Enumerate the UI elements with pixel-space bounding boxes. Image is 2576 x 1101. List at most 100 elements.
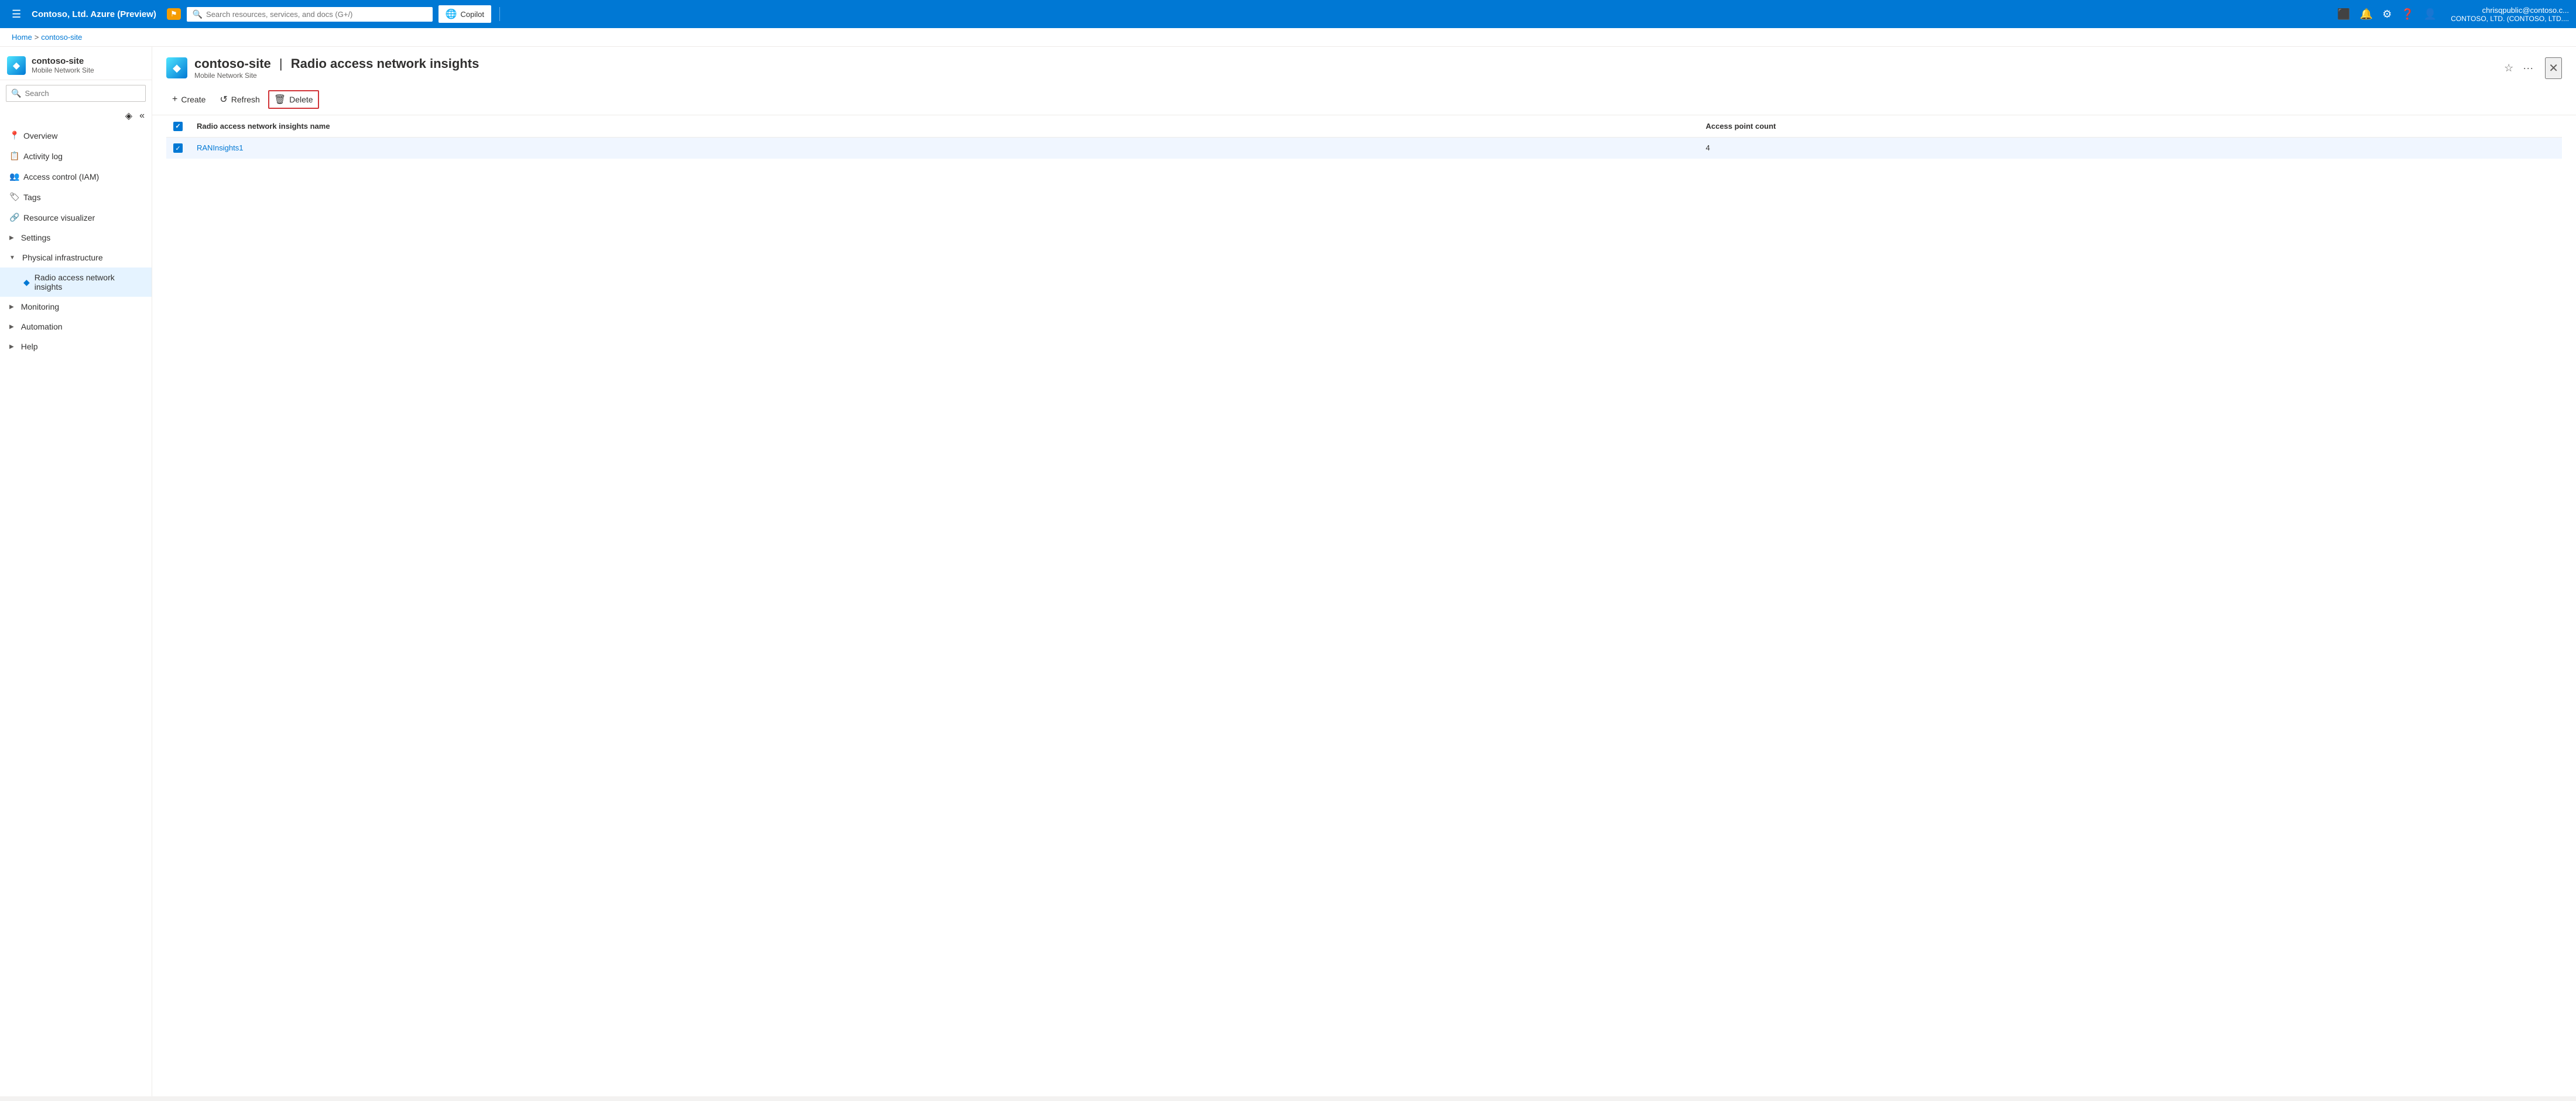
alert-badge: ⚑ [167,8,181,20]
page-title-separator: | [279,56,283,71]
copilot-icon: 🌐 [446,8,457,20]
nav-icon-group: ⬛ 🔔 ⚙ ❓ 👤 [2334,5,2440,24]
main-layout: ◆ contoso-site Mobile Network Site 🔍 ◈ «… [0,47,2576,1096]
automation-expand-arrow: ▶ [9,324,14,330]
sidebar-item-activity-log[interactable]: 📋 Activity log [0,146,152,166]
table-header-row: ✓ Radio access network insights name Acc… [166,115,2562,137]
create-button[interactable]: + Create [166,91,211,108]
favorite-button[interactable]: ☆ [2502,60,2516,77]
gear-icon[interactable]: ⚙ [2379,5,2395,24]
sidebar-item-label: Settings [21,233,51,242]
physical-infra-expand-arrow: ▼ [9,255,15,261]
bell-icon[interactable]: 🔔 [2356,5,2376,24]
toolbar: + Create ↺ Refresh 🗑 Delete [152,84,2576,115]
top-navigation: ☰ Contoso, Ltd. Azure (Preview) ⚑ 🔍 🌐 Co… [0,0,2576,28]
sidebar-item-label: Resource visualizer [23,213,95,222]
activity-log-icon: 📋 [9,151,19,161]
copilot-label: Copilot [461,10,484,19]
sidebar-item-label: Access control (IAM) [23,172,99,181]
page-title: contoso-site | Radio access network insi… [194,56,2495,71]
sidebar-item-overview[interactable]: 📍 Overview [0,125,152,146]
person-icon[interactable]: 👤 [2420,5,2440,24]
breadcrumb: Home > contoso-site [0,28,2576,47]
user-org: CONTOSO, LTD. (CONTOSO, LTD.... [2451,15,2569,23]
refresh-button[interactable]: ↺ Refresh [214,90,265,109]
table-row[interactable]: ✓ RANInsights1 4 [166,137,2562,159]
row-checkbox-cell: ✓ [166,137,190,159]
sidebar-item-monitoring[interactable]: ▶ Monitoring [0,297,152,317]
portal-title: Contoso, Ltd. Azure (Preview) [32,9,156,19]
sidebar-item-label: Radio access network insights [35,273,142,291]
global-search-input[interactable] [206,10,427,19]
create-icon: + [172,94,177,105]
question-icon[interactable]: ❓ [2397,5,2417,24]
breadcrumb-separator: > [35,33,39,42]
tags-icon: 🏷 [9,192,19,202]
sidebar-item-help[interactable]: ▶ Help [0,337,152,356]
overview-icon: 📍 [9,131,19,140]
sidebar-item-physical-infrastructure[interactable]: ▼ Physical infrastructure [0,248,152,267]
table-header-name: Radio access network insights name [190,115,1698,137]
sidebar-filter-button[interactable]: ◈ [123,109,135,123]
delete-label: Delete [289,95,313,104]
page-actions: ☆ ··· ✕ [2502,57,2562,79]
sidebar-item-tags[interactable]: 🏷 Tags [0,187,152,207]
monitoring-expand-arrow: ▶ [9,304,14,310]
page-title-section: Radio access network insights [291,56,479,71]
sidebar-item-access-control[interactable]: 👥 Access control (IAM) [0,166,152,187]
user-name: chrisqpublic@contoso.c... [2451,6,2569,15]
breadcrumb-home[interactable]: Home [12,33,32,42]
more-options-button[interactable]: ··· [2520,60,2536,77]
ran-insights-icon: ◆ [23,277,30,287]
header-checkbox[interactable]: ✓ [173,122,183,131]
global-search-bar[interactable]: 🔍 [187,7,433,22]
copilot-button[interactable]: 🌐 Copilot [439,5,491,23]
sidebar-item-automation[interactable]: ▶ Automation [0,317,152,337]
sidebar-item-label: Tags [23,193,41,202]
sidebar-item-settings[interactable]: ▶ Settings [0,228,152,248]
delete-icon: 🗑 [274,94,286,105]
sidebar-resource-subtitle: Mobile Network Site [32,66,94,74]
row-access-point-count-cell: 4 [1698,137,2562,159]
breadcrumb-current[interactable]: contoso-site [41,33,82,42]
page-resource-icon: ◆ [166,57,187,78]
table-header-checkbox-cell: ✓ [166,115,190,137]
row-checkbox[interactable]: ✓ [173,143,183,153]
sidebar-resource-info: contoso-site Mobile Network Site [32,56,94,74]
sidebar-item-label: Physical infrastructure [22,253,103,262]
row-name-cell: RANInsights1 [190,137,1698,159]
sidebar-item-label: Help [21,342,38,351]
page-subtitle: Mobile Network Site [194,71,2495,80]
nav-divider [499,7,500,21]
sidebar-search-icon: 🔍 [11,88,21,98]
user-info[interactable]: chrisqpublic@contoso.c... CONTOSO, LTD. … [2451,6,2569,23]
close-button[interactable]: ✕ [2545,57,2562,79]
sidebar-item-label: Monitoring [21,302,59,311]
sidebar-item-ran-insights[interactable]: ◆ Radio access network insights [0,267,152,297]
sidebar: ◆ contoso-site Mobile Network Site 🔍 ◈ «… [0,47,152,1096]
create-label: Create [181,95,205,104]
sidebar-resource-header: ◆ contoso-site Mobile Network Site [0,47,152,80]
access-control-icon: 👥 [9,172,19,181]
settings-expand-arrow: ▶ [9,235,14,241]
hamburger-menu[interactable]: ☰ [7,6,26,23]
sidebar-resource-name: contoso-site [32,56,94,66]
table-area: ✓ Radio access network insights name Acc… [152,115,2576,159]
ran-insights-link[interactable]: RANInsights1 [197,143,243,152]
search-icon: 🔍 [193,9,203,19]
page-header: ◆ contoso-site | Radio access network in… [152,47,2576,84]
sidebar-search-input[interactable] [25,89,141,98]
sidebar-item-label: Automation [21,322,63,331]
sidebar-collapse-button[interactable]: « [137,109,147,123]
sidebar-search-container[interactable]: 🔍 [6,85,146,102]
page-title-group: contoso-site | Radio access network insi… [194,56,2495,80]
terminal-icon[interactable]: ⬛ [2334,5,2354,24]
sidebar-resource-icon: ◆ [7,56,26,75]
help-expand-arrow: ▶ [9,344,14,350]
content-area: ◆ contoso-site | Radio access network in… [152,47,2576,1096]
refresh-label: Refresh [231,95,260,104]
refresh-icon: ↺ [220,94,227,105]
sidebar-item-resource-visualizer[interactable]: 🔗 Resource visualizer [0,207,152,228]
page-title-resource: contoso-site [194,56,271,71]
delete-button[interactable]: 🗑 Delete [268,90,319,109]
